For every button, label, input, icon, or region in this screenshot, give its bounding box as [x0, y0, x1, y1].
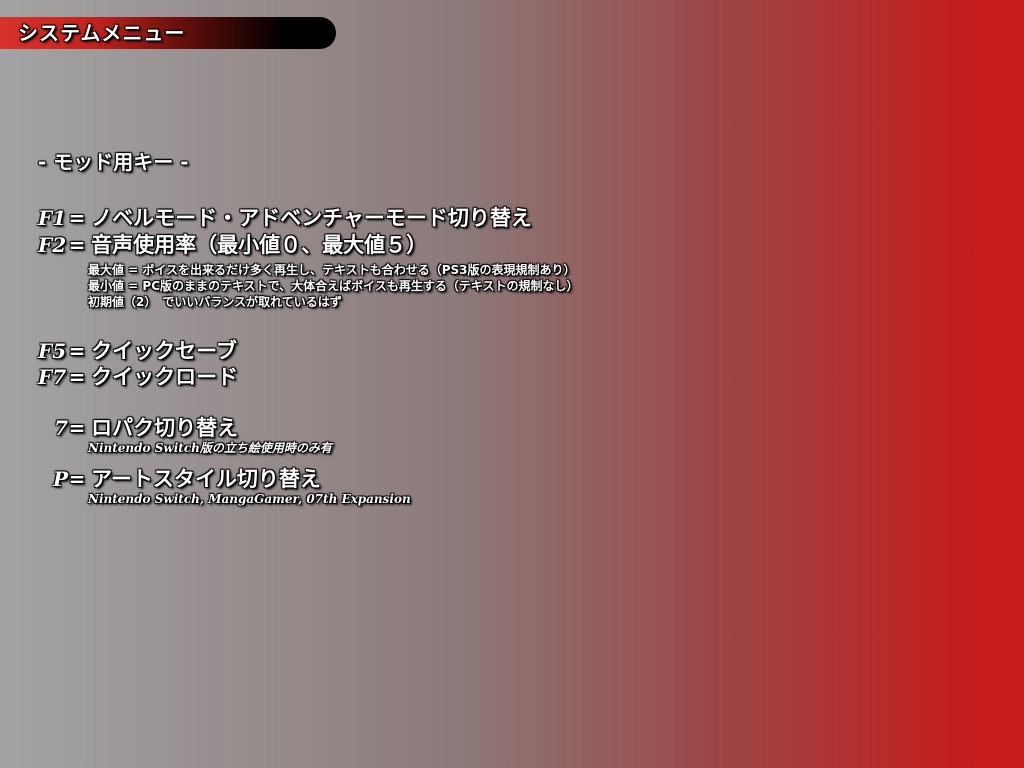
key-row-f7: F7 = クイックロード [38, 361, 238, 391]
key-desc-f2: 音声使用率（最小値０、最大値５） [91, 233, 428, 257]
page-title: システムメニュー [18, 21, 186, 45]
key-row-7: 7= ロパク切り替え [20, 412, 238, 442]
key-separator: = [68, 365, 86, 389]
key-label-f2: F2 [38, 233, 67, 257]
f2-note-default: 初期値（2） でいいバランスが取れているはず [88, 295, 342, 309]
key-desc-f1: ノベルモード・アドベンチャーモード切り替え [91, 206, 532, 230]
f2-note-min: 最小値 = PC版のままのテキストで、大体合えばボイスも再生する（テキストの規制… [88, 279, 579, 293]
section-label: - モッド用キー - [38, 150, 189, 174]
key-label-7: 7 [54, 416, 68, 440]
key-desc-7: ロパク切り替え [91, 416, 239, 440]
key-separator: = [68, 416, 86, 440]
key-label-p: P [52, 467, 68, 491]
key-row-f1: F1 = ノベルモード・アドベンチャーモード切り替え [38, 202, 532, 232]
key-separator: = [68, 339, 86, 363]
key-row-p: P= アートスタイル切り替え [20, 463, 321, 493]
f2-note-max: 最大値 = ボイスを出来るだけ多く再生し、テキストも合わせる（PS3版の表現規制… [88, 263, 576, 277]
key-separator: = [68, 233, 86, 257]
key-desc-f7: クイックロード [91, 365, 239, 389]
key-separator: = [68, 206, 86, 230]
key-row-f2: F2 = 音声使用率（最小値０、最大値５） [38, 229, 427, 259]
key-label-f1: F1 [38, 206, 67, 230]
key-note-p: Nintendo Switch, MangaGamer, 07th Expans… [88, 492, 411, 506]
key-separator: = [68, 467, 86, 491]
key-desc-p: アートスタイル切り替え [91, 467, 321, 491]
key-label-f5: F5 [38, 339, 67, 363]
key-note-7: Nintendo Switch版の立ち絵使用時のみ有 [88, 441, 332, 455]
key-label-f7: F7 [38, 365, 67, 389]
